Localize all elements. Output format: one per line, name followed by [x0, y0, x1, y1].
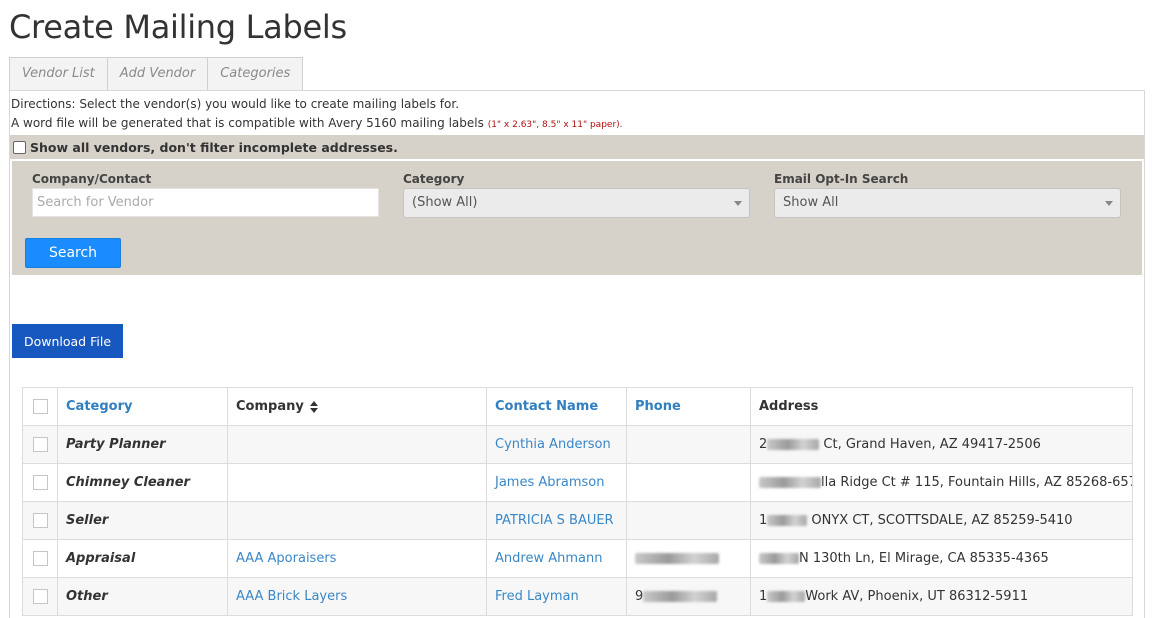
row-select-cell [22, 577, 58, 616]
phone-cell [626, 539, 751, 578]
category-select-value: (Show All) [412, 195, 478, 210]
directions-line-2: A word file will be generated that is co… [11, 114, 623, 135]
category-cell: Chimney Cleaner [57, 463, 228, 502]
address-text: Ct, Grand Haven, AZ 49417-2506 [819, 437, 1041, 452]
redacted-text [759, 477, 821, 488]
select-all-checkbox[interactable] [32, 399, 48, 414]
email-opt-in-select[interactable]: Show All [774, 188, 1121, 218]
phone-cell: 9 [626, 577, 751, 616]
table-row: Seller PATRICIA S BAUER 1 ONYX CT, SCOTT… [22, 501, 1133, 540]
category-cell: Appraisal [57, 539, 228, 578]
phone-column-header[interactable]: Phone [626, 387, 751, 426]
address-text: Work AV, Phoenix, UT 86312-5911 [805, 589, 1029, 604]
address-prefix: 1 [759, 513, 768, 528]
contact-name-cell[interactable]: Fred Layman [486, 577, 627, 616]
search-button[interactable]: Search [25, 238, 121, 268]
row-checkbox[interactable] [32, 589, 48, 604]
show-all-label[interactable]: Show all vendors, don't filter incomplet… [30, 140, 398, 155]
address-cell: lla Ridge Ct # 115, Fountain Hills, AZ 8… [750, 463, 1133, 502]
phone-cell [626, 501, 751, 540]
contact-name-cell[interactable]: Cynthia Anderson [486, 425, 627, 464]
address-column-header: Address [750, 387, 1133, 426]
tab-vendor-list[interactable]: Vendor List [9, 57, 108, 91]
row-select-cell [22, 539, 58, 578]
filter-panel: Company/Contact Category (Show All) Emai… [12, 161, 1142, 275]
category-cell: Party Planner [57, 425, 228, 464]
address-cell: 1 ONYX CT, SCOTTSDALE, AZ 85259-5410 [750, 501, 1133, 540]
table-row: Appraisal AAA Aporaisers Andrew Ahmann N… [22, 539, 1133, 578]
address-cell: 2 Ct, Grand Haven, AZ 49417-2506 [750, 425, 1133, 464]
row-checkbox[interactable] [32, 513, 48, 528]
chevron-down-icon [1105, 201, 1113, 206]
phone-text: 9 [635, 589, 644, 604]
sort-icon[interactable] [310, 400, 319, 413]
redacted-text [643, 591, 718, 602]
phone-cell [626, 463, 751, 502]
company-column-label: Company [236, 399, 304, 414]
address-cell: N 130th Ln, El Mirage, CA 85335-4365 [750, 539, 1133, 578]
contact-name-column-header[interactable]: Contact Name [486, 387, 627, 426]
phone-cell [626, 425, 751, 464]
table-row: Party Planner Cynthia Anderson 2 Ct, Gra… [22, 425, 1133, 464]
address-text: ONYX CT, SCOTTSDALE, AZ 85259-5410 [807, 513, 1073, 528]
page-title: Create Mailing Labels [9, 8, 347, 46]
redacted-text [767, 591, 806, 602]
company-cell[interactable] [227, 501, 487, 540]
email-opt-in-select-value: Show All [783, 195, 839, 210]
address-text: lla Ridge Ct # 115, Fountain Hills, AZ 8… [821, 475, 1133, 490]
email-opt-in-label: Email Opt-In Search [774, 172, 909, 186]
paper-size-note: (1" x 2.63", 8.5" x 11" paper). [487, 120, 623, 130]
table-row: Other AAA Brick Layers Fred Layman 9 1 Wo… [22, 577, 1133, 616]
company-cell[interactable]: AAA Brick Layers [227, 577, 487, 616]
chevron-down-icon [734, 201, 742, 206]
category-select[interactable]: (Show All) [403, 188, 750, 218]
row-checkbox[interactable] [32, 437, 48, 452]
category-cell: Seller [57, 501, 228, 540]
contact-name-cell[interactable]: Andrew Ahmann [486, 539, 627, 578]
address-text: N 130th Ln, El Mirage, CA 85335-4365 [799, 551, 1049, 566]
company-cell[interactable] [227, 463, 487, 502]
redacted-text [767, 515, 808, 526]
table-row: Chimney Cleaner James Abramson lla Ridge… [22, 463, 1133, 502]
tab-add-vendor[interactable]: Add Vendor [107, 57, 209, 91]
category-cell: Other [57, 577, 228, 616]
row-select-cell [22, 463, 58, 502]
select-all-cell [22, 387, 58, 426]
tab-categories[interactable]: Categories [208, 57, 304, 91]
company-cell[interactable]: AAA Aporaisers [227, 539, 487, 578]
vendor-search-input[interactable] [32, 188, 379, 217]
address-cell: 1 Work AV, Phoenix, UT 86312-5911 [750, 577, 1133, 616]
directions: Directions: Select the vendor(s) you wou… [11, 95, 623, 135]
redacted-text [635, 553, 719, 564]
table-header-row: Category Company Contact Name Phone Addr… [22, 387, 1133, 426]
category-label: Category [403, 172, 465, 186]
company-contact-label: Company/Contact [32, 172, 152, 186]
show-all-checkbox[interactable] [13, 140, 26, 154]
contact-name-cell[interactable]: PATRICIA S BAUER [486, 501, 627, 540]
category-column-header[interactable]: Category [57, 387, 228, 426]
company-column-header[interactable]: Company [227, 387, 487, 426]
directions-line-2-text: A word file will be generated that is co… [11, 116, 484, 130]
company-cell[interactable] [227, 425, 487, 464]
address-prefix: 2 [759, 437, 768, 452]
row-select-cell [22, 425, 58, 464]
row-checkbox[interactable] [32, 475, 48, 490]
redacted-text [759, 553, 799, 564]
directions-line-1: Directions: Select the vendor(s) you wou… [11, 97, 460, 111]
contact-name-cell[interactable]: James Abramson [486, 463, 627, 502]
tab-bar: Vendor List Add Vendor Categories [9, 57, 304, 91]
redacted-text [767, 439, 820, 450]
download-file-button[interactable]: Download File [12, 324, 123, 358]
address-prefix: 1 [759, 589, 768, 604]
row-checkbox[interactable] [32, 551, 48, 566]
row-select-cell [22, 501, 58, 540]
vendor-table: Category Company Contact Name Phone Addr… [22, 387, 1133, 616]
show-all-bar: Show all vendors, don't filter incomplet… [10, 135, 1144, 159]
